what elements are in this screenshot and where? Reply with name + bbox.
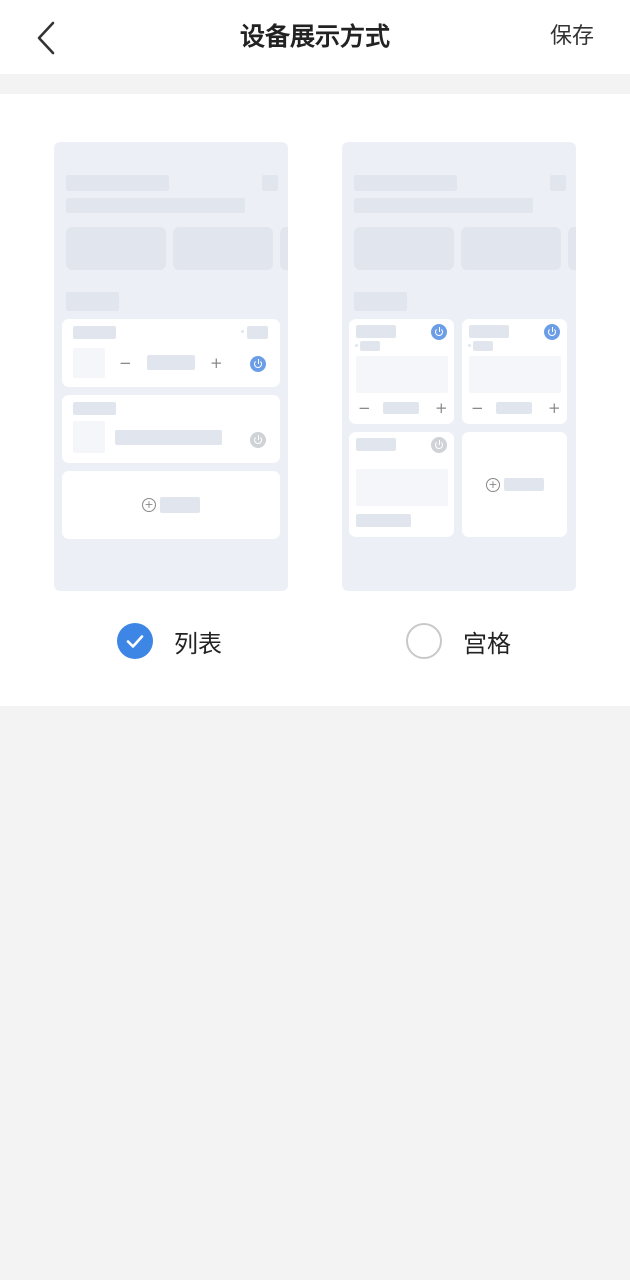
skeleton-dot [468, 344, 471, 347]
skeleton-title [354, 175, 457, 191]
skeleton-add-label [160, 497, 200, 513]
device-grid-card: − + [462, 319, 567, 424]
skeleton-value [356, 514, 411, 527]
top-bar: 设备展示方式 保存 [0, 0, 630, 74]
minus-icon: − [119, 354, 132, 372]
skeleton-dot [241, 330, 244, 333]
skeleton-value [147, 355, 195, 370]
plus-icon: + [435, 399, 448, 417]
minus-icon: − [471, 399, 484, 417]
skeleton-thumbnail [73, 348, 105, 378]
skeleton-status [247, 326, 268, 339]
skeleton-thumbnail [469, 356, 561, 393]
skeleton-icon [262, 175, 278, 191]
skeleton-name [469, 325, 509, 338]
add-device-card: + [462, 432, 567, 537]
skeleton-status [473, 341, 493, 351]
skeleton-tile [280, 227, 288, 270]
plus-icon: + [210, 354, 223, 372]
add-icon: + [142, 498, 156, 512]
skeleton-subtitle [66, 198, 245, 213]
power-icon [250, 432, 266, 448]
display-mode-panel: − + + − + − + + 列表 宫格 [0, 94, 630, 706]
skeleton-tile [568, 227, 576, 270]
skeleton-tile [66, 227, 166, 270]
grid-mode-label: 宫格 [463, 629, 511, 658]
device-grid-card: − + [349, 319, 454, 424]
grid-mode-option[interactable]: 宫格 [406, 621, 511, 661]
power-icon [544, 324, 560, 340]
device-card: − + [62, 319, 280, 387]
skeleton-section-label [354, 292, 407, 311]
plus-icon: + [548, 399, 561, 417]
skeleton-status [360, 341, 380, 351]
device-grid-card [349, 432, 454, 537]
skeleton-thumbnail [356, 356, 448, 393]
add-icon: + [486, 478, 500, 492]
skeleton-tile [354, 227, 454, 270]
grid-mode-preview[interactable]: − + − + + [342, 142, 576, 591]
skeleton-subtitle [354, 198, 533, 213]
chevron-left-icon [37, 21, 55, 55]
list-mode-label: 列表 [174, 629, 222, 658]
skeleton-value [115, 430, 222, 445]
list-mode-option[interactable]: 列表 [117, 621, 222, 661]
power-icon [431, 437, 447, 453]
power-icon [250, 356, 266, 372]
skeleton-icon [550, 175, 566, 191]
save-button[interactable]: 保存 [550, 0, 594, 74]
skeleton-thumbnail [73, 421, 105, 453]
skeleton-tile [173, 227, 273, 270]
skeleton-name [73, 402, 116, 415]
skeleton-title [66, 175, 169, 191]
minus-icon: − [358, 399, 371, 417]
add-device-card: + [62, 471, 280, 539]
unchecked-radio-icon[interactable] [406, 623, 442, 659]
skeleton-tile [461, 227, 561, 270]
skeleton-name [356, 438, 396, 451]
device-card [62, 395, 280, 463]
section-divider [0, 74, 630, 94]
skeleton-name [356, 325, 396, 338]
page-title: 设备展示方式 [239, 22, 390, 51]
skeleton-section-label [66, 292, 119, 311]
skeleton-value [383, 402, 419, 414]
skeleton-dot [355, 344, 358, 347]
skeleton-thumbnail [356, 469, 448, 506]
list-mode-preview[interactable]: − + + [54, 142, 288, 591]
skeleton-add-label [504, 478, 544, 491]
skeleton-name [73, 326, 116, 339]
power-icon [431, 324, 447, 340]
back-button[interactable] [28, 18, 64, 58]
skeleton-value [496, 402, 532, 414]
checked-radio-icon[interactable] [117, 623, 153, 659]
